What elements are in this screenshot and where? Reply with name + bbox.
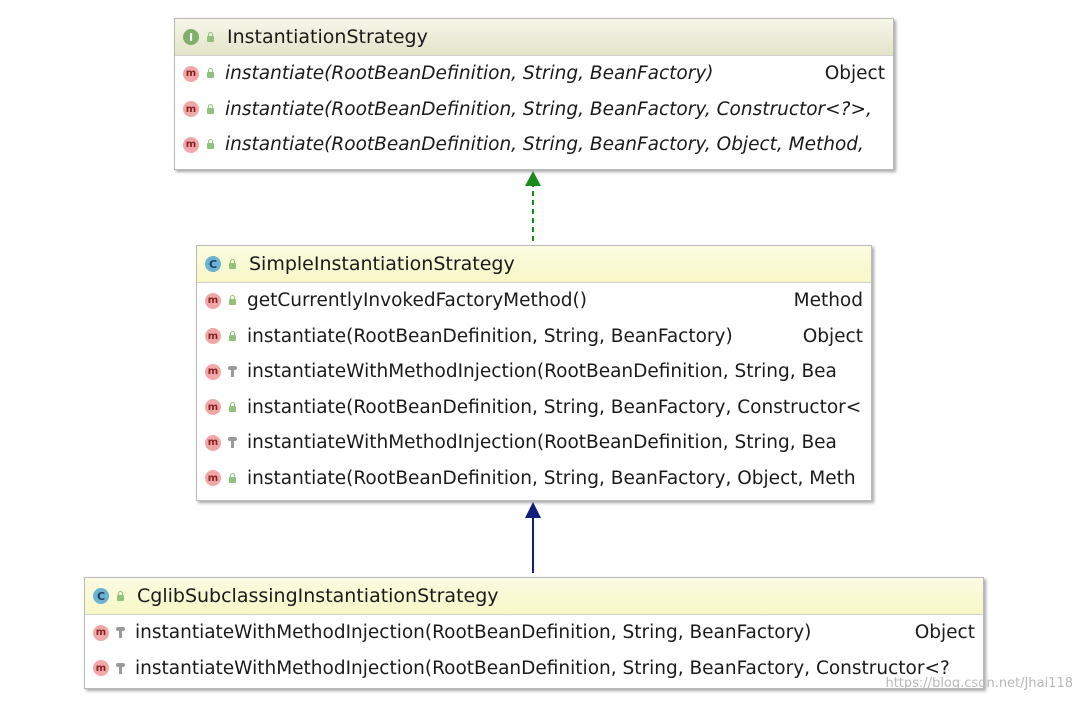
implements-arrow	[525, 171, 541, 241]
relationship-arrows	[525, 171, 541, 573]
watermark-text: https://blog.csdn.net/Jhai118	[885, 676, 1073, 691]
extends-arrow	[525, 502, 541, 573]
